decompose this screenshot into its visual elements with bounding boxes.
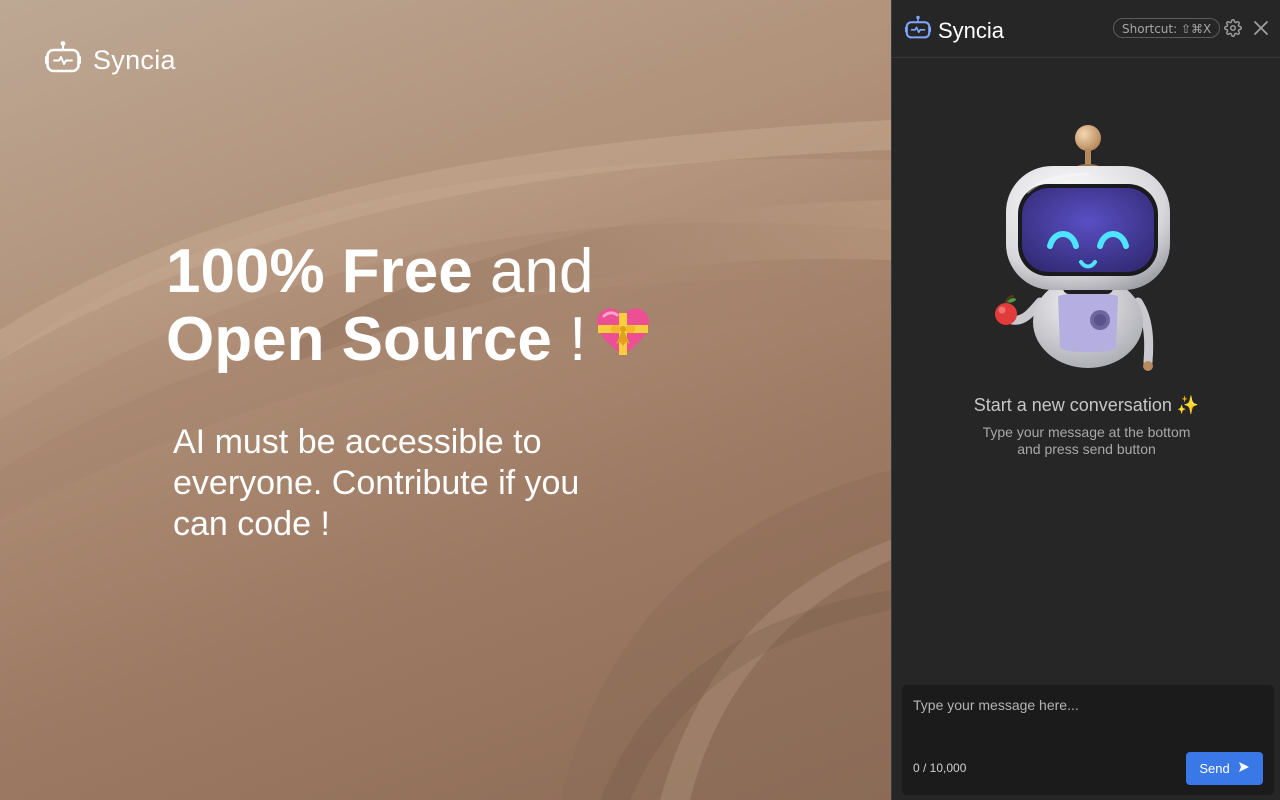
headline-thin-2: ! [551,305,587,374]
robot-logo-icon [45,40,81,81]
heart-gift-icon [594,304,652,372]
robot-logo-icon [905,15,931,46]
send-button-label: Send [1199,761,1230,776]
empty-state-subtitle-line-1: Type your message at the bottom [982,424,1191,440]
message-input[interactable] [902,685,1274,745]
robot-mascot-icon [988,122,1188,379]
settings-button[interactable] [1224,19,1242,37]
headline-line-2: Open Source ! [166,306,652,378]
empty-state-title: Start a new conversation ✨ [973,395,1200,415]
empty-state-subtitle-line-2: and press send button [1017,441,1156,457]
empty-state-subtitle: Type your message at the bottom and pres… [892,424,1280,458]
close-icon [1253,21,1269,40]
panel-header: Syncia Shortcut: ⇧⌘X [892,0,1280,58]
message-composer: 0 / 10,000 Send [902,685,1274,795]
hero-headline: 100% Free and Open Source ! [166,238,652,378]
app-root: Syncia 100% Free and Open Source ! AI mu… [0,0,1280,800]
settings-icon [1224,19,1242,41]
headline-bold-2: Open Source [166,305,552,374]
background-waves [0,120,891,800]
hero-subtext: AI must be accessible to everyone. Contr… [173,423,580,543]
headline-thin-1: and [472,237,594,306]
panel-brand: Syncia [905,15,1004,46]
panel-title: Syncia [938,17,1005,43]
send-icon [1238,761,1250,776]
hero-section: Syncia 100% Free and Open Source ! AI mu… [0,0,891,800]
hero-brand-name: Syncia [93,45,176,75]
headline-line-1: 100% Free and [166,238,652,306]
hero-brand: Syncia [45,40,176,81]
shortcut-badge: Shortcut: ⇧⌘X [1113,18,1221,38]
close-panel-button[interactable] [1253,20,1269,36]
send-button[interactable]: Send [1186,752,1263,785]
character-counter: 0 / 10,000 [913,761,967,775]
syncia-side-panel: Syncia Shortcut: ⇧⌘X Start a new convers… [891,0,1280,800]
headline-bold-1: 100% Free [166,237,473,306]
